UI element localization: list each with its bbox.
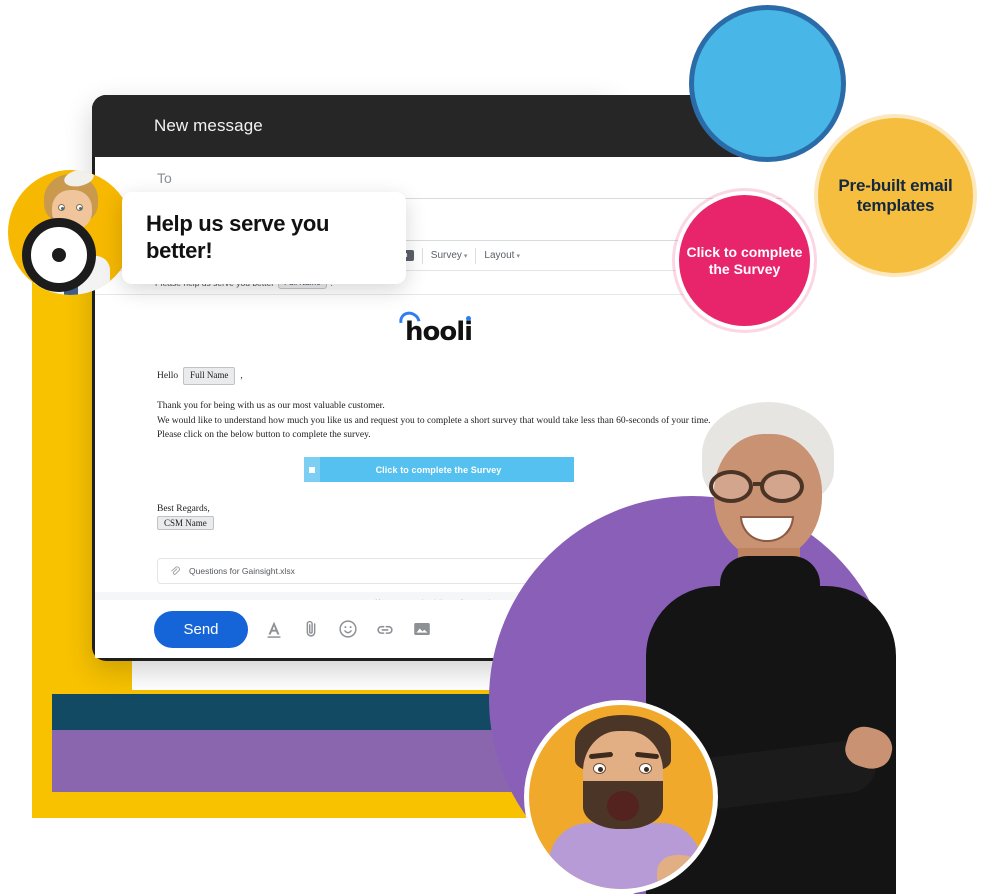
templates-badge-label: Pre-built email templates (838, 176, 953, 215)
format-text-icon[interactable] (263, 618, 285, 640)
woman-glasses-bridge (753, 482, 762, 486)
man-eye-right (639, 763, 652, 774)
decorative-purple-band (52, 730, 512, 792)
callout-text: Help us serve you better! (146, 211, 330, 263)
man-open-mouth (607, 791, 639, 821)
survey-badge: Click to complete the Survey (679, 195, 810, 326)
chevron-down-icon: ▾ (516, 252, 520, 260)
window-title: New message (154, 116, 263, 135)
attachment-filename: Questions for Gainsight.xlsx (189, 565, 295, 576)
toolbar-divider (475, 247, 477, 264)
chevron-down-icon: ▾ (463, 252, 468, 260)
decorative-teal-band (52, 694, 512, 730)
emoji-icon[interactable] (337, 618, 359, 640)
email-greeting-merge-token[interactable]: Full Name (183, 367, 236, 385)
survey-cta-label: Click to complete the Survey (375, 464, 502, 475)
man-eye-left (593, 763, 606, 774)
send-button[interactable]: Send (154, 610, 248, 648)
megaphone-icon (22, 218, 96, 292)
toolbar-layout-dropdown[interactable]: Layout ▾ (478, 245, 526, 267)
insert-link-icon[interactable] (374, 618, 396, 640)
survey-cta-button[interactable]: Click to complete the Survey (303, 457, 574, 483)
templates-badge: Pre-built email templates (818, 118, 973, 273)
insert-photo-icon[interactable] (411, 618, 433, 640)
woman-glasses-right (760, 470, 804, 503)
toolbar-survey-label: Survey (430, 250, 462, 261)
toolbar-survey-dropdown[interactable]: Survey ▾ (425, 245, 474, 267)
survey-badge-label: Click to complete the Survey (686, 243, 803, 277)
promo-composite: New message To ▾ (0, 0, 999, 894)
man-hand (657, 855, 701, 889)
woman-glasses-left (709, 470, 753, 503)
to-field-label: To (157, 169, 172, 186)
man-photo (524, 700, 718, 894)
toolbar-divider (421, 247, 423, 264)
attach-file-icon[interactable] (300, 618, 322, 640)
cta-drag-handle-icon[interactable] (303, 457, 320, 483)
callout-card: Help us serve you better! (122, 192, 406, 284)
email-greeting-text: Hello (157, 370, 179, 381)
megaphone-person-eye-left (58, 204, 65, 211)
megaphone-photo (8, 170, 133, 295)
megaphone-person-eye-right (76, 204, 83, 211)
compose-titlebar: New message (92, 95, 782, 157)
toolbar-layout-label: Layout (484, 250, 515, 261)
hooli-logo: hooli (395, 307, 473, 347)
woman-turtleneck (720, 556, 820, 598)
paperclip-icon (171, 566, 180, 575)
hooli-dot-icon (466, 316, 472, 321)
email-greeting-row: Hello Full Name , (157, 367, 764, 385)
email-logo-wrap: hooli (95, 295, 782, 367)
email-greeting-punct: , (240, 370, 243, 381)
email-signoff-merge-token[interactable]: CSM Name (157, 515, 214, 530)
decorative-blue-circle (689, 5, 846, 162)
